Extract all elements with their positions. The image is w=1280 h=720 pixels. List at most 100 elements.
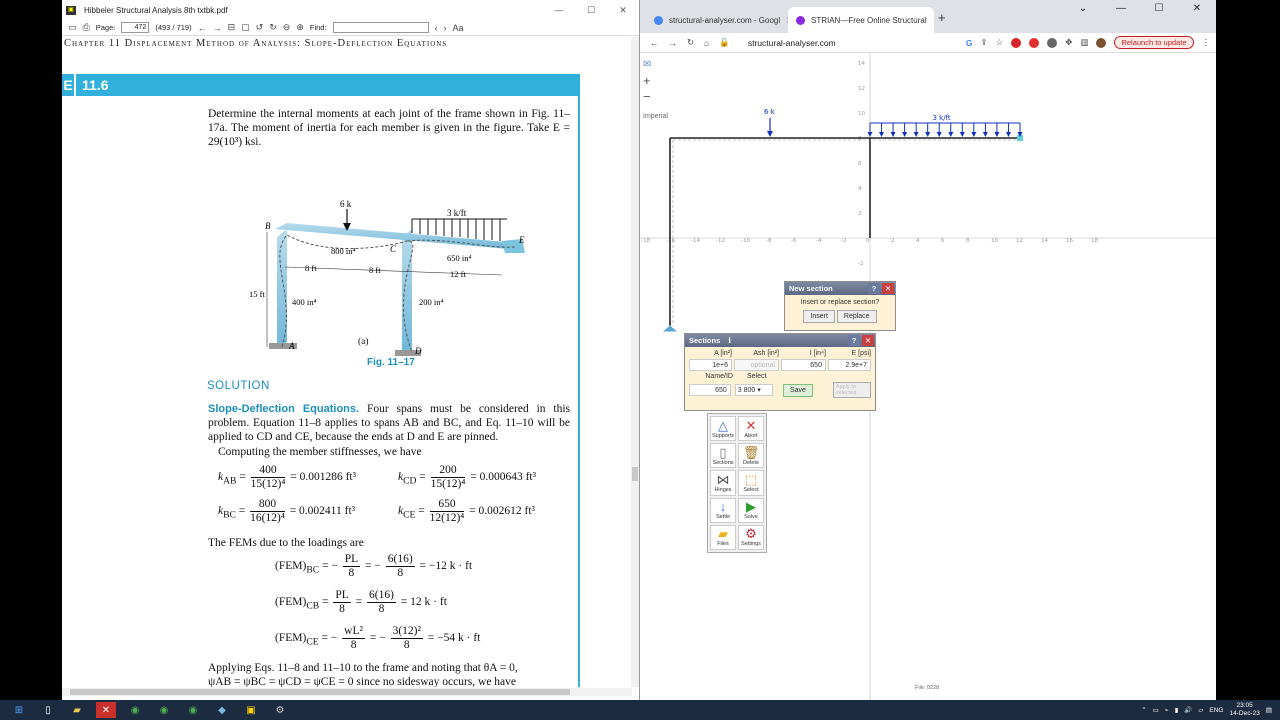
print-icon[interactable]: ⎙ — [83, 22, 90, 33]
strian-canvas[interactable]: -18-16-14-12-10-8-6-4-202468101214161814… — [640, 53, 1216, 700]
zoom-out-icon[interactable]: ⊖ — [283, 22, 291, 33]
network-icon[interactable]: ▱ — [1198, 706, 1203, 714]
eq-k-bc-num: 800 — [250, 498, 285, 512]
sections-header[interactable]: Sections ℹ ? ✕ — [685, 334, 875, 347]
usb-icon[interactable]: ⌁ — [1165, 706, 1169, 714]
pdf-scroll-thumb[interactable] — [632, 467, 638, 481]
find-next-icon[interactable]: › — [444, 23, 447, 33]
relaunch-button[interactable]: Relaunch to update — [1114, 36, 1194, 49]
match-case-icon[interactable]: Aa — [453, 23, 464, 33]
info-icon[interactable]: ℹ — [728, 336, 731, 345]
pdf-hscroll-thumb[interactable] — [70, 689, 570, 695]
settle-tool[interactable]: ↓ Settle — [710, 497, 736, 523]
file-explorer-icon[interactable]: ▰ — [67, 702, 87, 718]
app-icon[interactable]: ◆ — [212, 702, 232, 718]
supports-tool[interactable]: △ Supports — [710, 416, 736, 442]
google-lens-icon[interactable]: G — [966, 38, 973, 48]
language-indicator[interactable]: ENG — [1209, 707, 1223, 714]
maximize-icon[interactable]: ☐ — [1140, 3, 1178, 14]
share-icon[interactable]: ⇪ — [981, 37, 988, 48]
close-icon[interactable]: ✕ — [607, 5, 639, 16]
delete-tool[interactable]: 🗑 Delete — [738, 443, 764, 469]
mail-icon[interactable]: ✉ — [643, 57, 651, 73]
reload-icon[interactable]: ↻ — [687, 37, 694, 48]
section-select[interactable]: 3 800 ▾ — [734, 384, 773, 396]
find-prev-icon[interactable]: ‹ — [435, 23, 438, 33]
extensions-puzzle-icon[interactable]: ✥ — [1065, 37, 1072, 48]
name-id-input[interactable]: 650 — [689, 384, 731, 396]
tab-close-icon[interactable]: ✕ — [933, 15, 934, 26]
sections-tool[interactable]: ▯ Sections — [710, 443, 736, 469]
fit-page-icon[interactable]: ⊟ — [228, 22, 236, 33]
new-section-header[interactable]: New section ? ✕ — [785, 282, 895, 295]
home-icon[interactable]: ⌂ — [704, 38, 709, 48]
more-menu-icon[interactable]: ⋮ — [1202, 37, 1211, 48]
notifications-icon[interactable]: ▤ — [1266, 706, 1272, 714]
maximize-icon[interactable]: ☐ — [575, 5, 607, 16]
sumatra-icon[interactable]: ▣ — [241, 702, 261, 718]
pdf-vertical-scrollbar[interactable] — [631, 37, 639, 687]
area-input[interactable]: 1e+6 — [689, 359, 733, 371]
url-field[interactable]: structural-analyser.com — [748, 38, 836, 48]
hinges-tool[interactable]: ⋈ Hinges — [710, 470, 736, 496]
minimize-icon[interactable]: — — [1102, 3, 1140, 14]
help-icon[interactable]: ? — [848, 335, 860, 346]
tray-app-icon[interactable]: ▭ — [1153, 706, 1159, 714]
pdf-horizontal-scrollbar[interactable] — [62, 688, 632, 696]
page-number-input[interactable]: 472 — [121, 22, 150, 33]
next-page-icon[interactable]: → — [213, 23, 222, 33]
inertia-input[interactable]: 650 — [781, 359, 826, 371]
avatar[interactable] — [1096, 37, 1107, 48]
back-icon[interactable]: ← — [650, 38, 659, 48]
solve-tool[interactable]: ▶ Solve — [738, 497, 764, 523]
extension-gray-icon[interactable] — [1047, 37, 1058, 48]
apply-to-selected-button[interactable]: Apply to selected — [832, 382, 871, 398]
settings-app-icon[interactable]: ⚙ — [270, 702, 290, 718]
zoom-in-icon[interactable]: ⊕ — [296, 22, 304, 33]
replace-button[interactable]: Replace — [836, 310, 877, 323]
files-tool[interactable]: ▰ Files — [710, 524, 736, 550]
close-icon[interactable]: ✕ — [882, 283, 894, 294]
shear-area-input[interactable]: optional — [734, 359, 779, 371]
excel-x-icon[interactable]: ✕ — [96, 702, 116, 718]
minimize-icon[interactable]: — — [543, 5, 575, 16]
battery-icon[interactable]: ▮ — [1175, 706, 1179, 714]
forward-icon[interactable]: → — [669, 38, 678, 48]
chrome-icon[interactable]: ◉ — [125, 702, 145, 718]
settings-tool[interactable]: ⚙ Settings — [738, 524, 764, 550]
close-icon[interactable]: ✕ — [862, 335, 874, 346]
rotate-left-icon[interactable]: ↺ — [256, 22, 264, 33]
adblock-icon[interactable] — [1029, 37, 1040, 48]
help-icon[interactable]: ? — [868, 283, 880, 294]
prev-page-icon[interactable]: ← — [198, 23, 207, 33]
close-icon[interactable]: ✕ — [1178, 3, 1216, 14]
zoom-out-icon[interactable]: − — [643, 89, 651, 105]
open-folder-icon[interactable]: ▭ — [68, 22, 77, 33]
fit-width-icon[interactable]: ▢ — [241, 22, 250, 33]
select-tool[interactable]: ⬚ Select — [738, 470, 764, 496]
save-button[interactable]: Save — [782, 383, 813, 397]
tab-strian[interactable]: STRIAN—Free Online Structural ✕ — [788, 7, 934, 33]
modulus-input[interactable]: 2.9e+7 — [827, 359, 871, 371]
extension-red-icon[interactable] — [1011, 37, 1022, 48]
file-icon[interactable]: ▯ — [38, 702, 58, 718]
chrome-icon-3[interactable]: ◉ — [183, 702, 203, 718]
find-input[interactable] — [332, 22, 429, 33]
sidepanel-icon[interactable]: ▥ — [1080, 37, 1088, 48]
volume-icon[interactable]: 🔊 — [1184, 706, 1192, 714]
zoom-in-icon[interactable]: + — [643, 73, 651, 89]
clock[interactable]: 23:05 14-Dec-23 — [1229, 702, 1259, 718]
lock-icon[interactable]: 🔒 — [719, 37, 730, 48]
windows-start-icon[interactable]: ⊞ — [9, 702, 29, 718]
rotate-right-icon[interactable]: ↻ — [269, 22, 277, 33]
units-label[interactable]: Imperial — [643, 113, 668, 120]
chrome-icon-2[interactable]: ◉ — [154, 702, 174, 718]
bookmark-star-icon[interactable]: ☆ — [996, 37, 1004, 48]
tab-google[interactable]: structural-analyser.com - Googl ✕ — [646, 7, 788, 33]
new-tab-icon[interactable]: + — [938, 10, 946, 25]
insert-button[interactable]: Insert — [803, 310, 835, 323]
chevron-up-icon[interactable]: ⌃ — [1141, 706, 1146, 714]
chevron-down-icon[interactable]: ⌄ — [1064, 3, 1102, 14]
point-load-label: 6 k — [764, 108, 776, 116]
abort-tool[interactable]: ✕ Abort — [738, 416, 764, 442]
